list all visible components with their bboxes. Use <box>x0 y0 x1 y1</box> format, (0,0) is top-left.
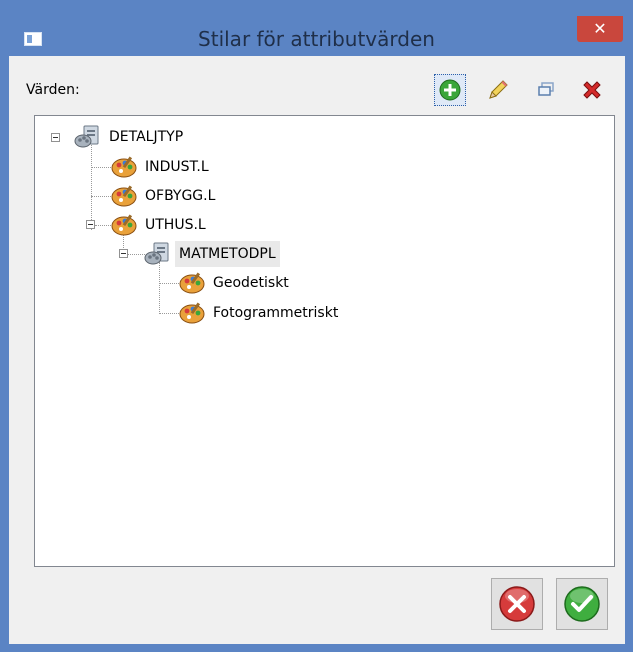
style-palette-icon <box>179 272 205 294</box>
cancel-icon <box>499 586 535 622</box>
collapse-toggle[interactable] <box>86 220 95 229</box>
delete-value-button[interactable] <box>576 74 608 106</box>
collapse-toggle[interactable] <box>51 133 60 142</box>
tree-item-label: Geodetiskt <box>213 275 289 291</box>
add-icon <box>439 79 461 101</box>
add-value-button[interactable] <box>434 74 466 106</box>
ok-icon <box>564 586 600 622</box>
delete-icon <box>583 81 601 99</box>
title-bar[interactable]: Stilar för attributvärden ✕ <box>0 0 633 56</box>
attribute-icon <box>144 242 169 265</box>
style-palette-icon <box>111 214 137 236</box>
values-tree[interactable]: DETALJTYP INDUST.L OFBYGG.L UTHUS.L MATM… <box>34 115 615 567</box>
tree-connector <box>159 262 160 314</box>
close-button[interactable]: ✕ <box>577 16 623 42</box>
style-palette-icon <box>111 156 137 178</box>
ok-button[interactable] <box>556 578 608 630</box>
tree-item-label: MATMETODPL <box>175 241 280 267</box>
edit-value-button[interactable] <box>482 74 514 106</box>
copy-value-button[interactable] <box>530 74 562 106</box>
tree-item-label: DETALJTYP <box>109 129 184 145</box>
tree-item-label: Fotogrammetriskt <box>213 305 339 321</box>
pencil-icon <box>489 80 508 99</box>
tree-item-label: UTHUS.L <box>145 217 206 233</box>
copy-icon <box>538 82 554 96</box>
style-palette-icon <box>111 185 137 207</box>
tree-item-label: INDUST.L <box>145 159 209 175</box>
collapse-toggle[interactable] <box>119 249 128 258</box>
values-label: Värden: <box>26 82 80 98</box>
cancel-button[interactable] <box>491 578 543 630</box>
window-title: Stilar för attributvärden <box>198 27 435 51</box>
tree-item-label: OFBYGG.L <box>145 188 216 204</box>
dialog-window: Stilar för attributvärden ✕ Värden: DETA… <box>0 0 633 652</box>
attribute-icon <box>74 125 99 148</box>
tree-connector <box>91 142 92 230</box>
style-palette-icon <box>179 302 205 324</box>
close-icon: ✕ <box>593 19 607 38</box>
